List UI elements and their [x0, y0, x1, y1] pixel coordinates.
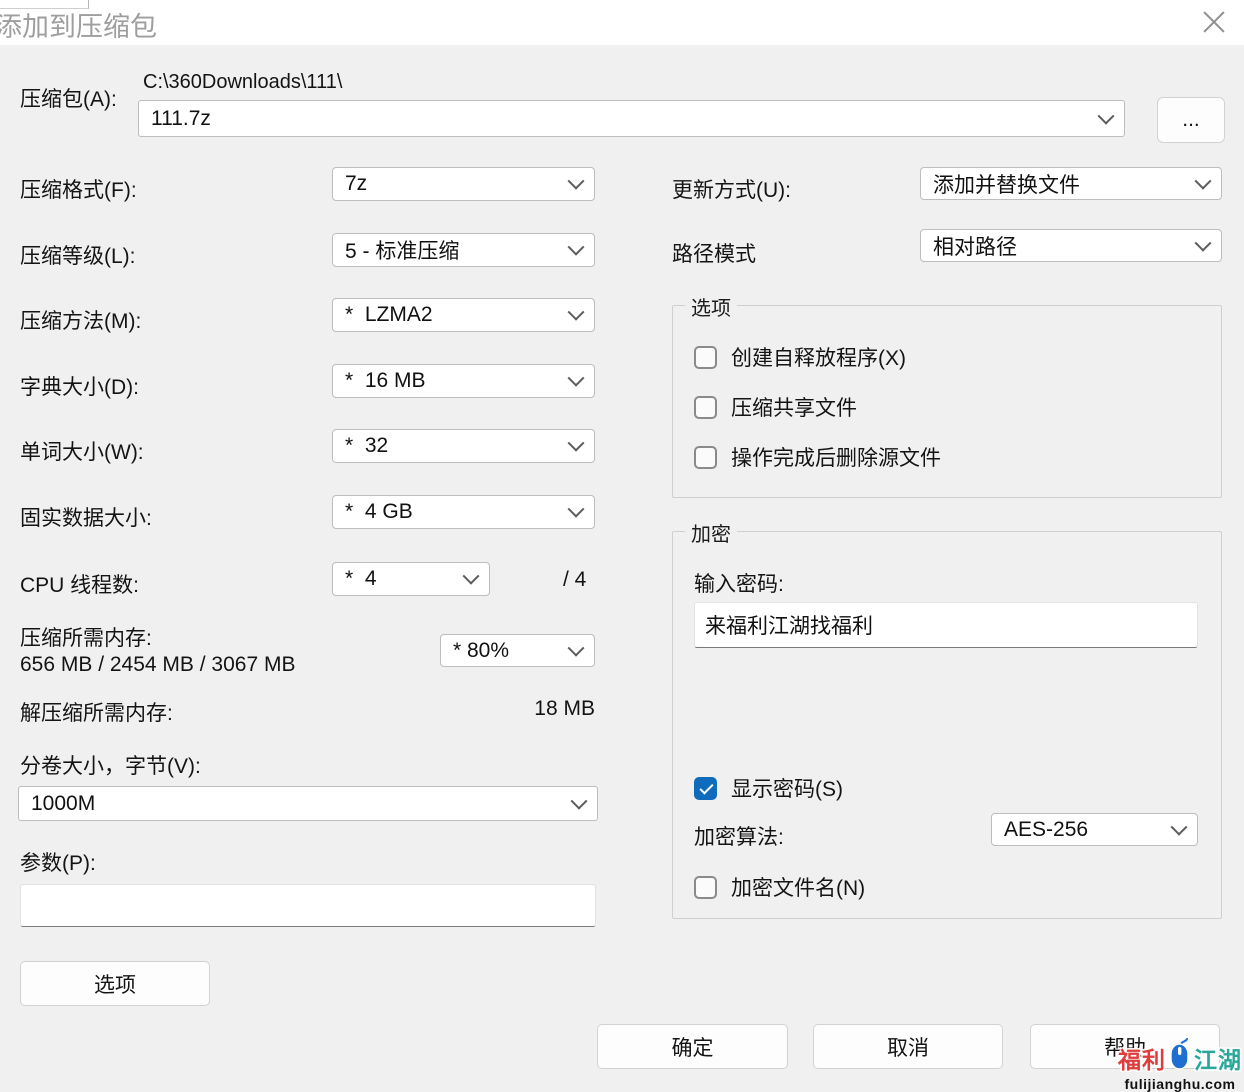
memory-percent-select[interactable]: * 80%: [440, 634, 595, 667]
chevron-down-icon: [1195, 234, 1212, 251]
dictionary-value: * 16 MB: [345, 369, 426, 393]
memory-decompress-value: 18 MB: [450, 697, 595, 721]
word-size-value: * 32: [345, 434, 388, 458]
memory-compress-label: 压缩所需内存:: [20, 622, 152, 652]
encrypt-filenames-label: 加密文件名(N): [731, 872, 865, 902]
encryption-groupbox: 加密 输入密码: 显示密码(S) 加密算法: AES-256 加密文件名(N): [672, 531, 1222, 919]
close-icon[interactable]: [1200, 8, 1228, 36]
method-value: * LZMA2: [345, 303, 433, 327]
create-sfx-checkbox[interactable]: [694, 346, 717, 369]
method-label: 压缩方法(M):: [20, 305, 141, 335]
path-mode-select[interactable]: 相对路径: [920, 229, 1222, 262]
show-password-row[interactable]: 显示密码(S): [694, 773, 843, 803]
update-mode-select[interactable]: 添加并替换文件: [920, 167, 1222, 200]
cancel-button[interactable]: 取消: [813, 1024, 1003, 1069]
cpu-threads-label: CPU 线程数:: [20, 569, 139, 599]
volume-size-value: 1000M: [31, 792, 95, 816]
watermark-text-right: 江湖: [1194, 1041, 1242, 1075]
archive-dir-path: C:\360Downloads\111\: [143, 71, 342, 94]
watermark-domain: fulijianghu.com: [1118, 1076, 1242, 1092]
method-select[interactable]: * LZMA2: [332, 298, 595, 332]
cpu-threads-value: * 4: [345, 567, 377, 591]
dictionary-label: 字典大小(D):: [20, 371, 139, 401]
encryption-method-value: AES-256: [1004, 818, 1088, 842]
watermark-text-left: 福利: [1118, 1041, 1166, 1075]
browse-button[interactable]: ...: [1157, 97, 1225, 143]
solid-block-label: 固实数据大小:: [20, 502, 152, 532]
update-mode-label: 更新方式(U):: [672, 174, 791, 204]
level-select[interactable]: 5 - 标准压缩: [332, 233, 595, 267]
mouse-icon: [1168, 1038, 1192, 1075]
title-bar: 添加到压缩包: [0, 0, 1244, 45]
options-groupbox: 选项 创建自释放程序(X) 压缩共享文件 操作完成后删除源文件: [672, 305, 1222, 498]
chevron-down-icon: [568, 173, 585, 190]
chevron-down-icon: [463, 568, 480, 585]
encryption-method-label: 加密算法:: [694, 821, 784, 851]
parameters-label: 参数(P):: [20, 847, 96, 877]
path-mode-label: 路径模式: [672, 238, 756, 268]
format-label: 压缩格式(F):: [20, 174, 137, 204]
volume-size-combobox[interactable]: 1000M: [18, 786, 598, 821]
chevron-down-icon: [568, 639, 585, 656]
chevron-down-icon: [568, 370, 585, 387]
options-group-title: 选项: [685, 292, 737, 321]
show-password-checkbox[interactable]: [694, 777, 717, 800]
chevron-down-icon: [1171, 818, 1188, 835]
create-sfx-label: 创建自释放程序(X): [731, 342, 906, 372]
word-size-label: 单词大小(W):: [20, 436, 144, 466]
chevron-down-icon: [1098, 107, 1115, 124]
archive-name-combobox[interactable]: 111.7z: [138, 100, 1125, 137]
archive-name-value: 111.7z: [151, 107, 211, 131]
delete-after-row[interactable]: 操作完成后删除源文件: [694, 442, 941, 472]
format-select[interactable]: 7z: [332, 167, 595, 201]
parameters-input[interactable]: [20, 884, 596, 927]
compress-shared-label: 压缩共享文件: [731, 392, 857, 422]
chevron-down-icon: [1195, 172, 1212, 189]
delete-after-label: 操作完成后删除源文件: [731, 442, 941, 472]
password-label: 输入密码:: [694, 568, 784, 598]
solid-block-value: * 4 GB: [345, 500, 413, 524]
format-value: 7z: [345, 172, 367, 196]
chevron-down-icon: [568, 501, 585, 518]
dialog-title: 添加到压缩包: [0, 5, 157, 44]
solid-block-select[interactable]: * 4 GB: [332, 495, 595, 529]
chevron-down-icon: [568, 239, 585, 256]
memory-compress-value: 656 MB / 2454 MB / 3067 MB: [20, 653, 295, 677]
memory-percent-value: * 80%: [453, 639, 509, 663]
show-password-label: 显示密码(S): [731, 773, 843, 803]
chevron-down-icon: [568, 435, 585, 452]
archive-label: 压缩包(A):: [20, 83, 117, 113]
password-input[interactable]: [694, 602, 1198, 648]
chevron-down-icon: [568, 304, 585, 321]
dictionary-select[interactable]: * 16 MB: [332, 364, 595, 398]
path-mode-value: 相对路径: [933, 231, 1017, 261]
level-label: 压缩等级(L):: [20, 240, 136, 270]
chevron-down-icon: [571, 792, 588, 809]
ok-button[interactable]: 确定: [597, 1024, 788, 1069]
encrypt-filenames-row[interactable]: 加密文件名(N): [694, 872, 865, 902]
delete-after-checkbox[interactable]: [694, 446, 717, 469]
options-button[interactable]: 选项: [20, 961, 210, 1006]
encryption-method-select[interactable]: AES-256: [991, 813, 1198, 846]
compress-shared-checkbox[interactable]: [694, 396, 717, 419]
update-mode-value: 添加并替换文件: [933, 169, 1080, 199]
create-sfx-row[interactable]: 创建自释放程序(X): [694, 342, 906, 372]
watermark: 福利 江湖 fulijianghu.com: [1118, 1038, 1242, 1092]
encrypt-filenames-checkbox[interactable]: [694, 876, 717, 899]
compress-shared-row[interactable]: 压缩共享文件: [694, 392, 857, 422]
cpu-threads-max: / 4: [563, 568, 586, 592]
add-to-archive-dialog: { "window": { "title": "添加到压缩包" }, "arch…: [0, 0, 1244, 1092]
volume-size-label: 分卷大小，字节(V):: [20, 750, 201, 780]
memory-decompress-label: 解压缩所需内存:: [20, 697, 173, 727]
level-value: 5 - 标准压缩: [345, 235, 459, 265]
cpu-threads-select[interactable]: * 4: [332, 562, 490, 596]
encryption-group-title: 加密: [685, 518, 737, 547]
word-size-select[interactable]: * 32: [332, 429, 595, 463]
